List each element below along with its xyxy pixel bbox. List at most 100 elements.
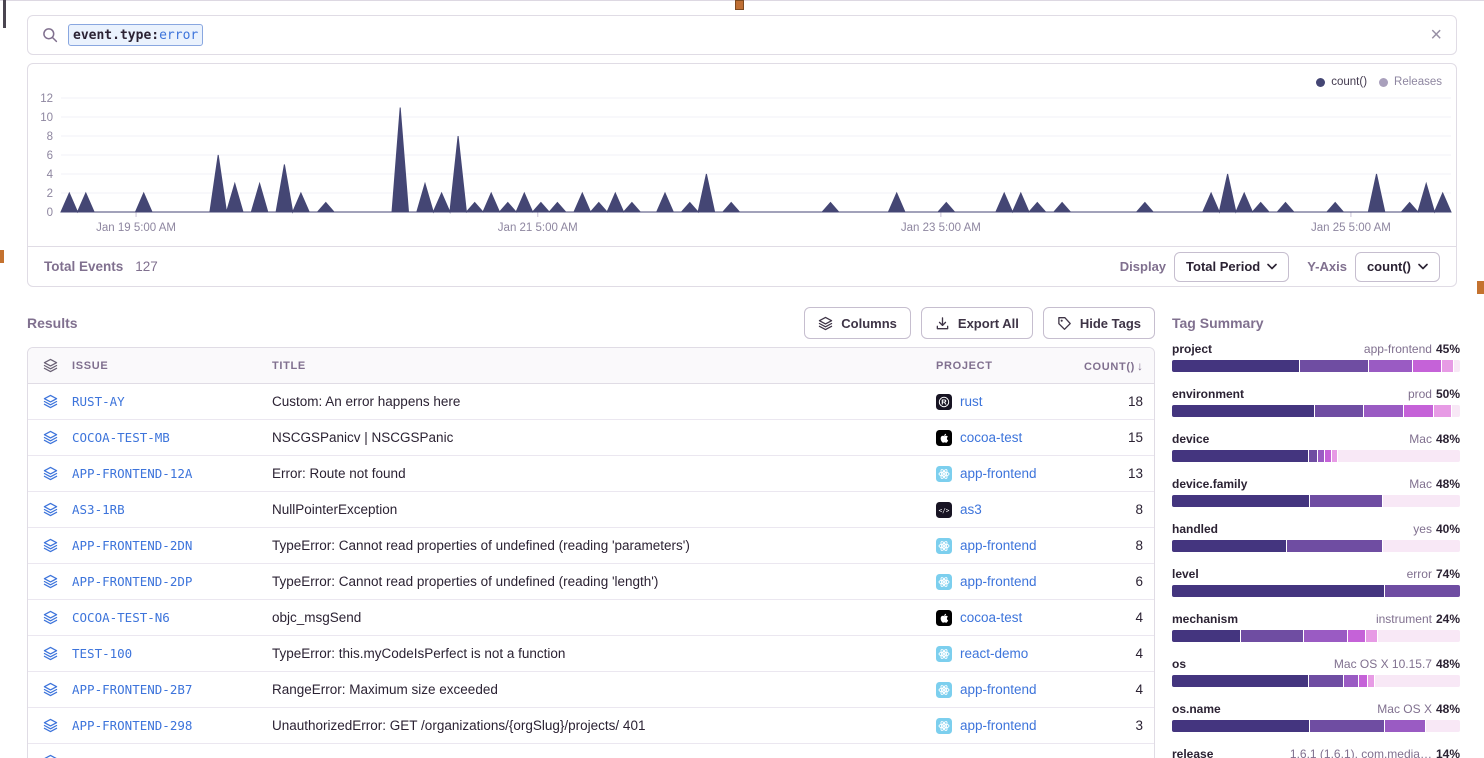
display-label: Display — [1120, 259, 1166, 274]
legend-item-count[interactable]: count() — [1316, 76, 1367, 88]
column-header-issue[interactable]: ISSUE — [72, 360, 272, 372]
issue-link[interactable]: AS3-1RB — [72, 502, 272, 517]
columns-button[interactable]: Columns — [804, 307, 911, 339]
tag-bar-segment[interactable] — [1338, 450, 1460, 462]
issue-link[interactable]: TEST-100 — [72, 646, 272, 661]
tag-bar-segment[interactable] — [1378, 630, 1460, 642]
column-header-project[interactable]: PROJECT — [936, 360, 1073, 372]
tag-bar-segment[interactable] — [1383, 540, 1460, 552]
tag-bar-segment[interactable] — [1309, 675, 1343, 687]
tag-bar-segment[interactable] — [1366, 630, 1377, 642]
column-header-count[interactable]: COUNT()↓ — [1073, 359, 1143, 373]
tag-bar-segment[interactable] — [1172, 720, 1309, 732]
tag-top-percent: 48% — [1436, 477, 1460, 491]
tag-bar-segment[interactable] — [1368, 675, 1374, 687]
tag-bar-segment[interactable] — [1434, 405, 1451, 417]
tag-bar-segment[interactable] — [1304, 630, 1346, 642]
tag-bar-segment[interactable] — [1383, 495, 1460, 507]
tag-bar-segment[interactable] — [1454, 360, 1460, 372]
tag-bar-segment[interactable] — [1172, 585, 1384, 597]
tag-summary-row-level: levelerror74% — [1172, 567, 1460, 597]
tag-bar-segment[interactable] — [1172, 540, 1286, 552]
tag-bar-segment[interactable] — [1310, 495, 1382, 507]
tag-bar-segment[interactable] — [1344, 675, 1358, 687]
project-link[interactable]: react-demo — [960, 646, 1028, 661]
tag-bar-segment[interactable] — [1404, 405, 1432, 417]
svg-text:6: 6 — [47, 150, 53, 162]
project-link[interactable]: app-frontend — [960, 466, 1037, 481]
display-dropdown[interactable]: Total Period — [1174, 252, 1289, 282]
svg-text:R: R — [941, 397, 947, 406]
tag-bar-segment[interactable] — [1310, 720, 1384, 732]
event-count: 8 — [1073, 538, 1143, 553]
issue-link[interactable]: COCOA-TEST-N6 — [72, 610, 272, 625]
issue-link[interactable]: COCOA-TEST-MB — [72, 430, 272, 445]
issue-link[interactable]: APP-FRONTEND-298 — [72, 718, 272, 733]
issue-link[interactable]: APP-FRONTEND-12A — [72, 466, 272, 481]
tag-bar-segment[interactable] — [1385, 585, 1460, 597]
tag-bar-segment[interactable] — [1426, 720, 1460, 732]
tag-bar-segment[interactable] — [1172, 405, 1314, 417]
tag-bar-segment[interactable] — [1315, 405, 1363, 417]
issue-stack-icon — [28, 502, 72, 517]
tag-bar-segment[interactable] — [1442, 360, 1453, 372]
tag-name: release — [1172, 747, 1213, 758]
event-title: TypeError: Cannot read properties of und… — [272, 538, 936, 553]
tag-bar-segment[interactable] — [1325, 450, 1331, 462]
tag-bar-segment[interactable] — [1452, 405, 1460, 417]
tag-bar-segment[interactable] — [1348, 630, 1365, 642]
legend-item-releases[interactable]: Releases — [1379, 76, 1442, 88]
tag-summary-row-device: deviceMac48% — [1172, 432, 1460, 462]
tag-bar-segment[interactable] — [1375, 675, 1460, 687]
issue-link[interactable]: RUST-AY — [72, 394, 272, 409]
project-link[interactable]: app-frontend — [960, 538, 1037, 553]
tag-bar-segment[interactable] — [1172, 360, 1299, 372]
project-link[interactable]: app-frontend — [960, 574, 1037, 589]
project-link[interactable]: as3 — [960, 502, 982, 517]
tag-name: device — [1172, 432, 1209, 446]
tag-bar-segment[interactable] — [1300, 360, 1368, 372]
issue-link[interactable]: APP-FRONTEND-2B7 — [72, 682, 272, 697]
hide-tags-button[interactable]: Hide Tags — [1043, 307, 1155, 339]
tag-bar-segment[interactable] — [1172, 630, 1240, 642]
project-link[interactable]: app-frontend — [960, 718, 1037, 733]
tag-bar-segment[interactable] — [1241, 630, 1303, 642]
tag-bar-segment[interactable] — [1172, 495, 1309, 507]
project-link[interactable]: rust — [960, 394, 983, 409]
display-dropdown-value: Total Period — [1186, 259, 1260, 274]
tag-bar-segment[interactable] — [1172, 675, 1308, 687]
chevron-down-icon — [1418, 263, 1428, 270]
tag-bar-segment[interactable] — [1309, 450, 1317, 462]
tag-bar-segment[interactable] — [1287, 540, 1381, 552]
events-chart[interactable]: 024681012Jan 19 5:00 AMJan 21 5:00 AMJan… — [28, 64, 1456, 246]
table-row: APP-FRONTEND-2B7RangeError: Maximum size… — [28, 672, 1154, 708]
events-area-chart[interactable]: 024681012Jan 19 5:00 AMJan 21 5:00 AMJan… — [28, 64, 1456, 246]
column-header-title[interactable]: TITLE — [272, 360, 936, 372]
columns-stack-icon — [818, 316, 833, 331]
project-link[interactable]: cocoa-test — [960, 610, 1022, 625]
issue-link[interactable]: APP-FRONTEND-2DP — [72, 574, 272, 589]
tag-bar-segment[interactable] — [1332, 450, 1338, 462]
tag-bar-segment[interactable] — [1172, 450, 1308, 462]
yaxis-dropdown[interactable]: count() — [1355, 252, 1440, 282]
project-cell: app-frontend — [936, 466, 1073, 482]
table-body: RUST-AYCustom: An error happens hereRrus… — [28, 384, 1154, 758]
tag-distribution-bar — [1172, 450, 1460, 462]
tag-top-value: 1.6.1 (1.6.1), com.media… — [1290, 747, 1432, 758]
tag-bar-segment[interactable] — [1369, 360, 1411, 372]
tag-bar-segment[interactable] — [1359, 675, 1367, 687]
export-all-button[interactable]: Export All — [921, 307, 1033, 339]
tag-top-percent: 48% — [1436, 702, 1460, 716]
clear-search-icon[interactable]: × — [1430, 25, 1442, 45]
tag-bar-segment[interactable] — [1385, 720, 1425, 732]
search-query-token[interactable]: event.type:error — [68, 24, 203, 46]
tag-bar-segment[interactable] — [1413, 360, 1441, 372]
project-link[interactable]: cocoa-test — [960, 430, 1022, 445]
issue-link[interactable]: APP-FRONTEND-2DN — [72, 538, 272, 553]
search-bar[interactable]: event.type:error × — [27, 15, 1457, 55]
screenshot-artifact — [735, 0, 744, 10]
tag-bar-segment[interactable] — [1364, 405, 1404, 417]
tag-summary-row-os.name: os.nameMac OS X48% — [1172, 702, 1460, 732]
tag-bar-segment[interactable] — [1318, 450, 1324, 462]
project-link[interactable]: app-frontend — [960, 682, 1037, 697]
